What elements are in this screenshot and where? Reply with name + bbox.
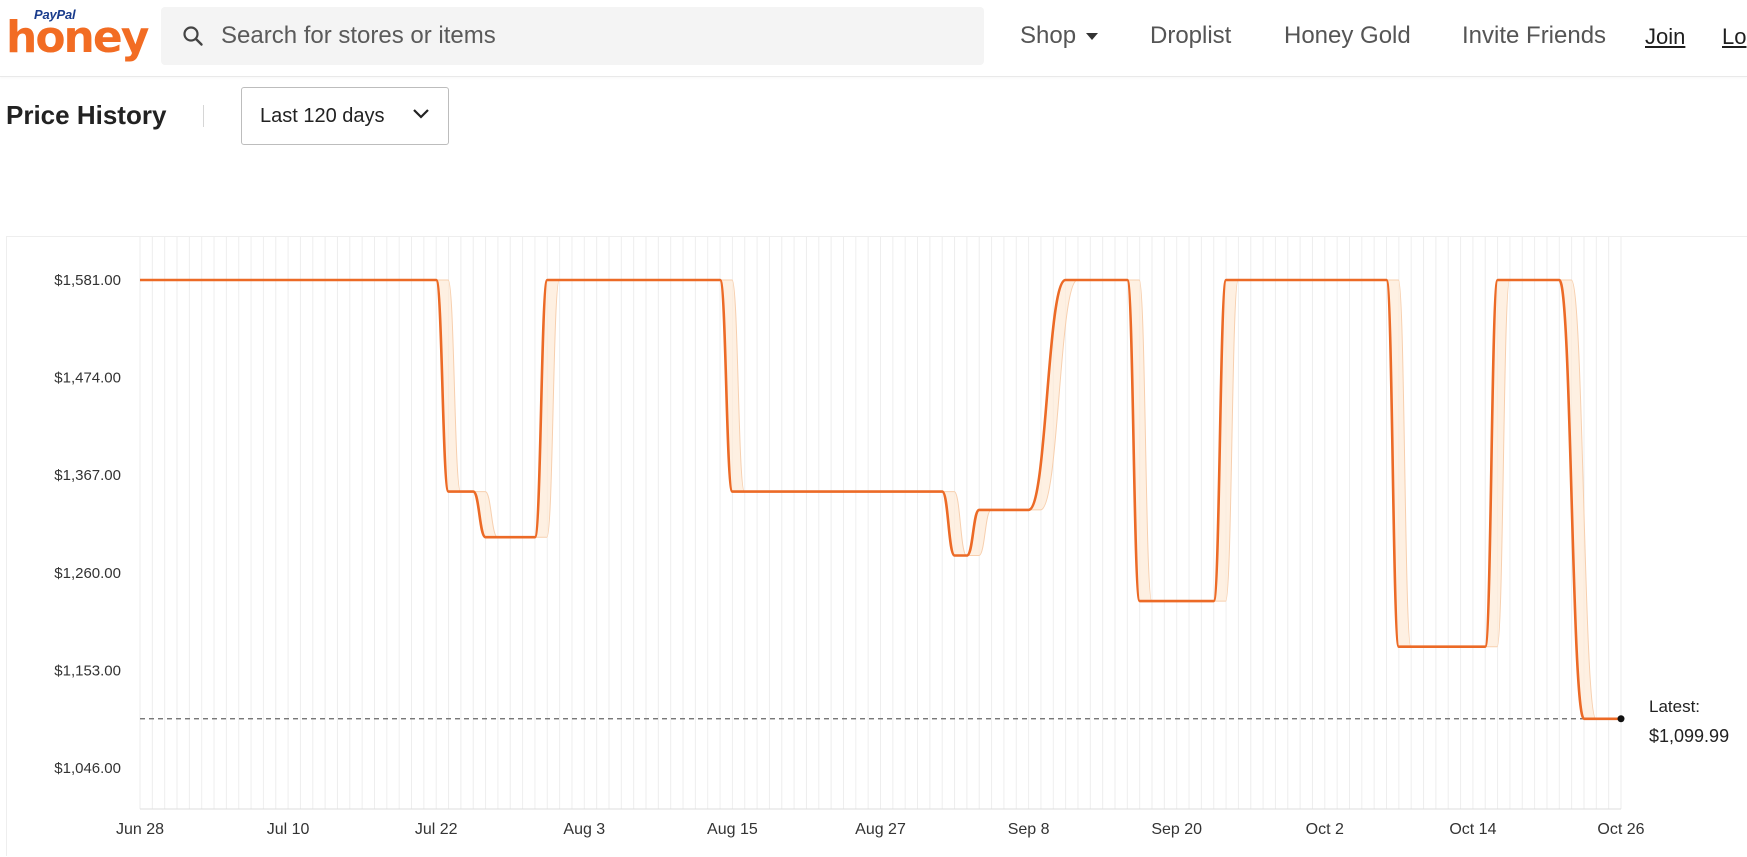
x-tick-label: Jun 28 bbox=[116, 821, 164, 838]
search-icon bbox=[183, 26, 203, 46]
x-tick-label: Oct 26 bbox=[1597, 821, 1644, 838]
honey-wordmark: honey bbox=[6, 12, 149, 63]
x-tick-label: Oct 2 bbox=[1306, 821, 1344, 838]
price-history-chart-panel: $1,581.00 $1,474.00 $1,367.00 $1,260.00 $1,1… bbox=[6, 236, 1747, 856]
join-link[interactable]: Join bbox=[1645, 24, 1685, 50]
honey-logo[interactable]: PayPal honey bbox=[6, 6, 149, 63]
y-tick-label: $1,153.00 bbox=[54, 662, 121, 679]
price-history-title: Price History bbox=[6, 100, 167, 130]
date-range-label: Last 120 days bbox=[260, 104, 385, 127]
nav-droplist[interactable]: Droplist bbox=[1150, 22, 1231, 50]
caret-down-icon bbox=[1086, 32, 1099, 40]
x-tick-label: Jul 10 bbox=[267, 821, 310, 838]
title-divider bbox=[203, 105, 204, 127]
latest-label: Latest: bbox=[1649, 697, 1700, 716]
x-tick-label: Sep 8 bbox=[1008, 821, 1050, 838]
latest-price-point bbox=[1617, 715, 1625, 723]
nav-invite-friends[interactable]: Invite Friends bbox=[1462, 22, 1606, 50]
y-tick-label: $1,046.00 bbox=[54, 760, 121, 777]
search-bar[interactable] bbox=[161, 7, 984, 65]
latest-price-value: $1,099.99 bbox=[1649, 726, 1729, 746]
y-tick-label: $1,260.00 bbox=[54, 565, 121, 582]
x-tick-label: Aug 3 bbox=[563, 821, 605, 838]
x-tick-label: Oct 14 bbox=[1449, 821, 1496, 838]
price-history-chart: $1,581.00 $1,474.00 $1,367.00 $1,260.00 $1,1… bbox=[54, 237, 1729, 838]
search-input[interactable] bbox=[219, 21, 923, 51]
nav-honey-gold[interactable]: Honey Gold bbox=[1284, 22, 1411, 50]
y-tick-label: $1,367.00 bbox=[54, 467, 121, 484]
nav-shop-label: Shop bbox=[1020, 22, 1077, 49]
x-tick-label: Aug 15 bbox=[707, 821, 758, 838]
y-tick-label: $1,581.00 bbox=[54, 272, 121, 289]
date-range-select[interactable]: Last 120 days bbox=[241, 87, 449, 145]
nav-shop[interactable]: Shop bbox=[1020, 22, 1099, 50]
x-tick-label: Aug 27 bbox=[855, 821, 906, 838]
login-link[interactable]: Lo bbox=[1722, 24, 1746, 50]
chevron-down-icon bbox=[413, 109, 429, 119]
x-tick-label: Sep 20 bbox=[1151, 821, 1202, 838]
top-header: PayPal honey Shop Droplist Honey Gold In… bbox=[0, 0, 1747, 77]
y-tick-label: $1,474.00 bbox=[54, 370, 121, 387]
x-tick-label: Jul 22 bbox=[415, 821, 458, 838]
